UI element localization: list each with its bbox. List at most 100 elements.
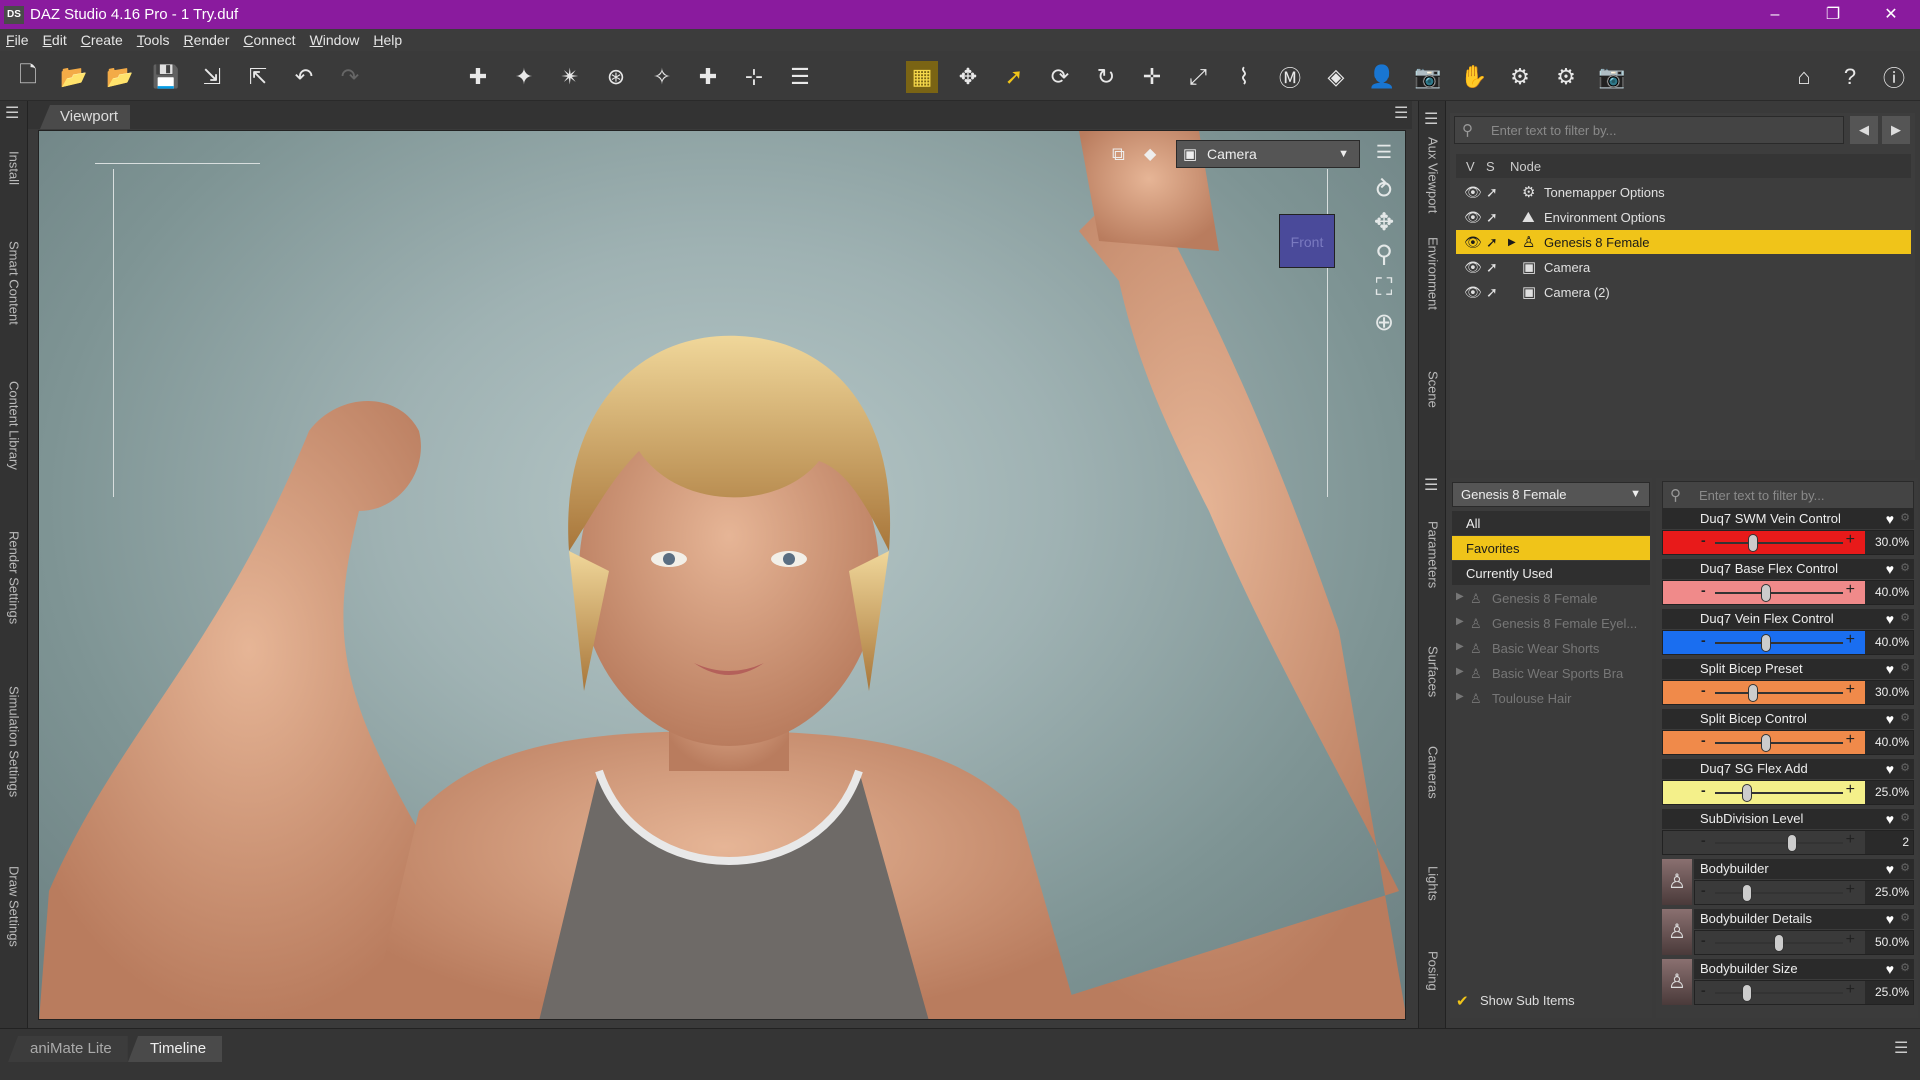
slider-track[interactable]: - +2 <box>1662 830 1914 855</box>
slider-card[interactable]: Duq7 Vein Flex Control ♥ ⚙ - +40.0% <box>1662 609 1914 655</box>
tab-animate-lite[interactable]: aniMate Lite <box>8 1036 128 1062</box>
menu-tools[interactable]: Tools <box>137 32 170 48</box>
column-selectable[interactable]: S <box>1486 159 1495 174</box>
tab-install[interactable]: Install <box>0 151 28 185</box>
scene-node-genesis-8-female[interactable]: 👁 ➚ ▶ ♙ Genesis 8 Female <box>1456 230 1911 254</box>
new-file-icon[interactable]: 🗋 <box>12 61 44 93</box>
left-panel-menu-icon[interactable]: ☰ <box>5 103 19 123</box>
slider-track[interactable]: - +25.0% <box>1694 880 1914 905</box>
grid-icon[interactable]: ▦ <box>906 61 938 93</box>
decrement-icon[interactable]: - <box>1701 982 1706 998</box>
tab-parameters[interactable]: Parameters <box>1419 521 1447 588</box>
decrement-icon[interactable]: - <box>1701 632 1706 648</box>
view-cube-gizmo[interactable]: Front <box>1279 214 1335 268</box>
tab-content-library[interactable]: Content Library <box>0 381 28 470</box>
universal-tool-icon[interactable]: ✥ <box>952 61 984 93</box>
geometry-editor-icon[interactable]: Ⓜ <box>1274 61 1306 93</box>
help-icon[interactable]: ⓘ <box>1878 61 1910 93</box>
increment-icon[interactable]: + <box>1846 581 1855 599</box>
slider-track[interactable]: - +40.0% <box>1662 580 1914 605</box>
scale-tool-icon[interactable]: ⤢ <box>1182 61 1214 93</box>
gear-icon[interactable]: ⚙ <box>1900 611 1910 624</box>
slider-value[interactable]: 25.0% <box>1865 781 1913 804</box>
increment-icon[interactable]: + <box>1846 731 1855 749</box>
render-settings-icon[interactable]: ⚙ <box>1504 61 1536 93</box>
figure-icon[interactable]: 👤 <box>1366 61 1398 93</box>
eye-icon[interactable]: 👁 <box>1464 209 1482 226</box>
camera-tool-icon[interactable]: 📷 <box>1412 61 1444 93</box>
create-distant-light-icon[interactable]: ✧ <box>646 61 678 93</box>
slider-card[interactable]: SubDivision Level ♥ ⚙ - +2 <box>1662 809 1914 855</box>
category-toulouse-hair[interactable]: ▶ ♙ Toulouse Hair <box>1452 686 1650 710</box>
translate-tool-icon[interactable]: ✛ <box>1136 61 1168 93</box>
zoom-icon[interactable]: ⚲ <box>1370 240 1398 269</box>
slider-card[interactable]: ♙ Bodybuilder ♥ ⚙ - +25.0% <box>1662 859 1914 905</box>
expand-arrow-icon[interactable]: ▶ <box>1508 237 1516 248</box>
slider-value[interactable]: 2 <box>1865 831 1913 854</box>
gear-icon[interactable]: ⚙ <box>1900 961 1910 974</box>
increment-icon[interactable]: + <box>1846 631 1855 649</box>
expand-arrow-icon[interactable]: ▶ <box>1456 641 1464 652</box>
align-icon[interactable]: ☰ <box>784 61 816 93</box>
3d-viewport[interactable]: Front <box>38 130 1406 1020</box>
scene-filter-input[interactable]: Enter text to filter by... <box>1454 116 1844 144</box>
home-icon[interactable]: ⌂ <box>1788 61 1820 93</box>
eye-icon[interactable]: 👁 <box>1464 234 1482 251</box>
render-settings-2-icon[interactable]: ⚙ <box>1550 61 1582 93</box>
surface-selection-icon[interactable]: ◈ <box>1320 61 1352 93</box>
tab-lights[interactable]: Lights <box>1419 866 1447 901</box>
slider-card[interactable]: Duq7 SG Flex Add ♥ ⚙ - +25.0% <box>1662 759 1914 805</box>
favorite-heart-icon[interactable]: ♥ <box>1886 811 1894 827</box>
gear-icon[interactable]: ⚙ <box>1900 661 1910 674</box>
category-favorites[interactable]: Favorites <box>1452 536 1650 560</box>
tab-timeline[interactable]: Timeline <box>128 1036 223 1062</box>
menu-create[interactable]: Create <box>81 32 123 48</box>
decrement-icon[interactable]: - <box>1701 732 1706 748</box>
expand-arrow-icon[interactable]: ▶ <box>1456 616 1464 627</box>
favorite-heart-icon[interactable]: ♥ <box>1886 711 1894 727</box>
expand-arrow-icon[interactable]: ▶ <box>1456 666 1464 677</box>
draw-style-icon[interactable]: ◆ <box>1144 144 1156 164</box>
aspect-frame-icon[interactable]: ⧉ <box>1112 144 1125 165</box>
decrement-icon[interactable]: - <box>1701 882 1706 898</box>
bottom-panel-menu-icon[interactable]: ☰ <box>1894 1038 1908 1058</box>
slider-knob[interactable] <box>1761 634 1772 652</box>
figure-select[interactable]: Genesis 8 Female ▼ <box>1452 482 1650 507</box>
slider-knob[interactable] <box>1748 534 1759 552</box>
slider-knob[interactable] <box>1742 984 1752 1002</box>
decrement-icon[interactable]: - <box>1701 932 1706 948</box>
tab-scene[interactable]: Scene <box>1419 371 1447 408</box>
show-sub-items-checkbox[interactable]: ✔ Show Sub Items <box>1456 992 1575 1011</box>
menu-edit[interactable]: Edit <box>43 32 67 48</box>
increment-icon[interactable]: + <box>1846 781 1855 799</box>
menu-render[interactable]: Render <box>183 32 229 48</box>
eye-icon[interactable]: 👁 <box>1464 184 1482 201</box>
increment-icon[interactable]: + <box>1846 981 1855 999</box>
slider-card[interactable]: Split Bicep Control ♥ ⚙ - +40.0% <box>1662 709 1914 755</box>
right-panel-menu-icon[interactable]: ☰ <box>1424 109 1438 129</box>
whats-this-icon[interactable]: ? <box>1834 61 1866 93</box>
pose-tool-icon[interactable]: ✋ <box>1458 61 1490 93</box>
favorite-heart-icon[interactable]: ♥ <box>1886 761 1894 777</box>
create-light-icon[interactable]: ✦ <box>508 61 540 93</box>
select-cursor-icon[interactable]: ➚ <box>1486 209 1498 226</box>
open-file-icon[interactable]: 📂 <box>58 61 90 93</box>
save-icon[interactable]: 💾 <box>150 61 182 93</box>
category-currently-used[interactable]: Currently Used <box>1452 561 1650 585</box>
tab-draw-settings[interactable]: Draw Settings <box>0 866 28 947</box>
eye-icon[interactable]: 👁 <box>1464 284 1482 301</box>
scene-node-environment[interactable]: 👁 ➚ ⛰ Environment Options <box>1456 205 1911 229</box>
create-group-icon[interactable]: ✚ <box>462 61 494 93</box>
category-all[interactable]: All <box>1452 511 1650 535</box>
increment-icon[interactable]: + <box>1846 931 1855 949</box>
increment-icon[interactable]: + <box>1846 831 1855 849</box>
category-basic-wear-shorts[interactable]: ▶ ♙ Basic Wear Shorts <box>1452 636 1650 660</box>
select-cursor-icon[interactable]: ➚ <box>1486 284 1498 301</box>
expand-arrow-icon[interactable]: ▶ <box>1456 591 1464 602</box>
tab-simulation-settings[interactable]: Simulation Settings <box>0 686 28 797</box>
merge-file-icon[interactable]: 📂 <box>104 61 136 93</box>
slider-value[interactable]: 50.0% <box>1865 931 1913 954</box>
slider-card[interactable]: ♙ Bodybuilder Size ♥ ⚙ - +25.0% <box>1662 959 1914 1005</box>
tab-surfaces[interactable]: Surfaces <box>1419 646 1447 697</box>
menu-connect[interactable]: Connect <box>243 32 295 48</box>
